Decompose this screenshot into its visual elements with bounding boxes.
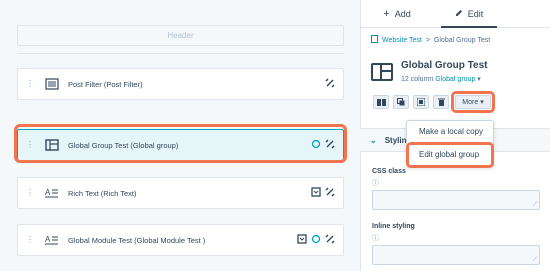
drag-handle-icon[interactable]: ⋮ [26, 236, 34, 244]
module-subtitle: 12 column Global group ▾ [401, 75, 487, 83]
caret-down-icon[interactable]: ▾ [477, 76, 481, 83]
code-module-icon[interactable] [297, 231, 307, 249]
tab-add[interactable]: + Add [361, 0, 433, 27]
unlink-icon[interactable] [325, 231, 335, 249]
post-filter-icon [44, 77, 60, 91]
code-module-icon[interactable] [311, 184, 321, 202]
clone-button[interactable] [393, 95, 409, 109]
tab-label: Edit [467, 8, 484, 19]
global-recycle-icon [311, 231, 321, 249]
plus-icon: + [383, 7, 390, 20]
chevron-down-icon: ⌄ [370, 135, 377, 145]
page-editor-canvas: Header ⋮ Post Filter (Post Filter) ⋮ Glo… [0, 0, 360, 271]
caret-down-icon: ▾ [480, 99, 484, 106]
breadcrumb: Website Test > Global Group Test [371, 35, 490, 45]
more-label: More [462, 98, 479, 106]
tab-edit[interactable]: Edit [433, 0, 505, 28]
selected-module-highlight [14, 124, 347, 163]
module-title: Global Group Test [401, 60, 488, 71]
header-section[interactable]: Header [17, 25, 344, 46]
module-row-post-filter[interactable]: ⋮ Post Filter (Post Filter) [17, 68, 344, 100]
rich-text-icon: A [44, 233, 60, 247]
drag-handle-icon[interactable]: ⋮ [26, 80, 34, 88]
grid-icon [417, 98, 425, 106]
page-icon [371, 35, 378, 45]
unlink-icon[interactable] [325, 75, 335, 93]
global-group-link[interactable]: Global group [435, 76, 475, 83]
breadcrumb-link[interactable]: Website Test [382, 37, 422, 44]
more-button[interactable]: More ▾ [455, 95, 491, 109]
module-label: Global Module Test (Global Module Test ) [68, 235, 206, 245]
svg-text:A: A [45, 235, 51, 244]
drag-handle-icon[interactable]: ⋮ [26, 189, 34, 197]
clone-icon [397, 98, 405, 106]
columns-icon [376, 98, 386, 106]
breadcrumb-separator: > [425, 36, 430, 44]
header-label: Header [167, 31, 194, 40]
edit-global-group-highlight [406, 142, 494, 168]
settings-button[interactable] [413, 95, 429, 109]
group-layout-icon [371, 63, 393, 81]
sidebar-tabs: + Add Edit [361, 0, 550, 28]
columns-button[interactable] [373, 95, 389, 109]
pencil-icon [455, 9, 463, 19]
module-title-row: Global Group Test 12 column Global group… [371, 60, 487, 83]
breadcrumb-current: Global Group Test [433, 36, 491, 44]
rich-text-icon: A [44, 186, 60, 200]
module-row-global-module-test[interactable]: ⋮ A Global Module Test (Global Module Te… [17, 224, 344, 256]
section-divider [17, 53, 344, 54]
module-row-rich-text[interactable]: ⋮ A Rich Text (Rich Text) [17, 177, 344, 209]
tab-label: Add [394, 8, 411, 19]
unlink-icon[interactable] [325, 184, 335, 202]
module-label: Rich Text (Rich Text) [68, 188, 137, 198]
svg-text:A: A [45, 188, 51, 197]
menu-item-make-local-copy[interactable]: Make a local copy [419, 127, 483, 136]
trash-icon [437, 98, 445, 106]
column-count: 12 column [401, 76, 434, 83]
delete-button[interactable] [433, 95, 449, 109]
module-label: Post Filter (Post Filter) [68, 79, 143, 89]
module-toolbar [373, 95, 449, 109]
